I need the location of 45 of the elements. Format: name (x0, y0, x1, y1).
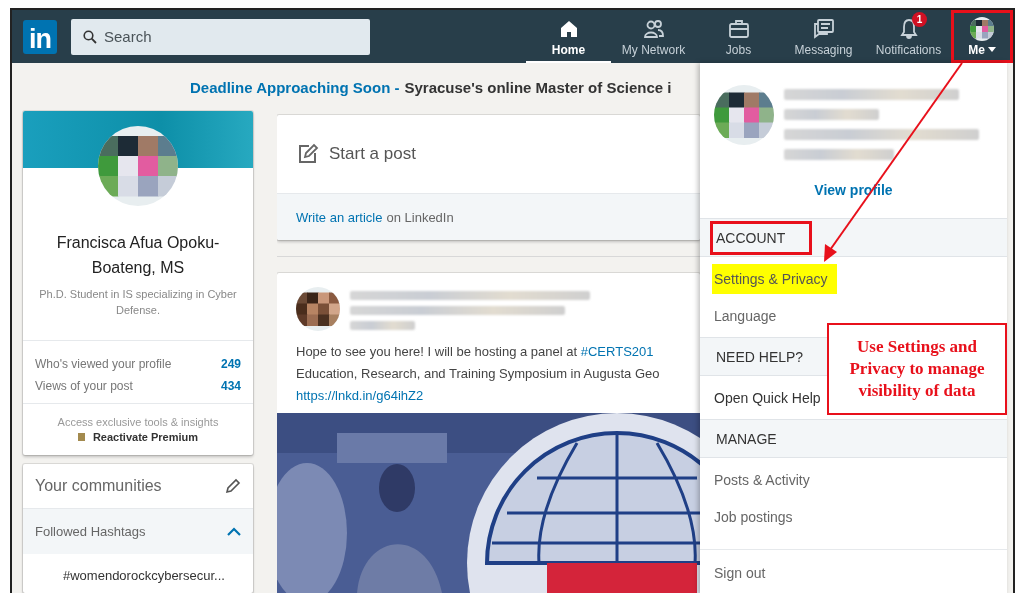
notification-badge: 1 (912, 12, 927, 27)
stat-label[interactable]: Views of your post (35, 379, 133, 393)
edit-icon (297, 143, 319, 165)
menu-item[interactable]: Job postings (712, 504, 795, 529)
nav-item[interactable]: Me (951, 10, 1013, 63)
nav-item[interactable]: My Network (611, 10, 696, 63)
logo[interactable]: in (23, 19, 57, 54)
premium-icon (77, 433, 85, 441)
section-header[interactable]: Followed Hashtags (23, 509, 253, 554)
menu-item[interactable]: Open Quick Help (712, 385, 823, 410)
post-link[interactable]: https://lnkd.in/g64ihZ2 (296, 388, 424, 403)
section-heading: ACCOUNT (710, 220, 813, 255)
blurred-text (350, 321, 415, 330)
section-heading: MANAGE (715, 429, 778, 449)
menu-item[interactable]: Settings & Privacy (712, 263, 837, 294)
hashtag-link[interactable]: #CERTS201 (580, 344, 654, 359)
hashtag-link[interactable]: #womendorockcybersecur... (23, 554, 253, 593)
search-field[interactable]: Search (71, 18, 370, 55)
caret-icon (987, 47, 996, 52)
start-post-button[interactable]: Start a post (329, 144, 416, 164)
pencil-icon[interactable] (225, 478, 241, 494)
section-heading: NEED HELP? (715, 347, 805, 367)
menu-item[interactable]: Language (712, 303, 779, 328)
profile-name[interactable]: Francisca Afua Opoku-Boateng, MS (35, 230, 241, 280)
nav-item[interactable]: Jobs (696, 10, 781, 63)
stat-value[interactable]: 434 (220, 379, 241, 393)
premium-link[interactable]: Reactivate Premium (92, 431, 199, 443)
banner-text: Syracuse's online Master of Science i (404, 78, 672, 96)
write-article-link[interactable]: Write an article (296, 209, 383, 225)
chevron-icon (227, 527, 241, 536)
premium-text: Access exclusive tools & insights (57, 416, 219, 428)
banner-title[interactable]: Deadline Approaching Soon - (190, 78, 400, 96)
stat-label[interactable]: Who's viewed your profile (35, 357, 172, 371)
communities-title: Your communities (35, 477, 162, 495)
profile-headline: Ph.D. Student in IS specializing in Cyber Defense. (39, 287, 237, 318)
menu-item[interactable]: Posts & Activity (712, 467, 812, 492)
stat-value[interactable]: 249 (220, 357, 241, 371)
annotation-callout-tooltip: Use Settings and Privacy to manage visibility of data (827, 323, 1007, 415)
sign-out-link[interactable]: Sign out (714, 564, 766, 581)
nav-item[interactable]: Notifications 1 (866, 10, 951, 63)
chat-icon (811, 16, 836, 41)
nav-item[interactable]: Home (526, 10, 611, 63)
nav-item[interactable]: Messaging (781, 10, 866, 63)
post-text: Hope to see you here! I will be hosting a panel at #CERTS201 Education, Research, and Training Symposium in Augusta Geo (295, 343, 661, 383)
write-article-text: Write an article on LinkedIn (296, 209, 454, 225)
